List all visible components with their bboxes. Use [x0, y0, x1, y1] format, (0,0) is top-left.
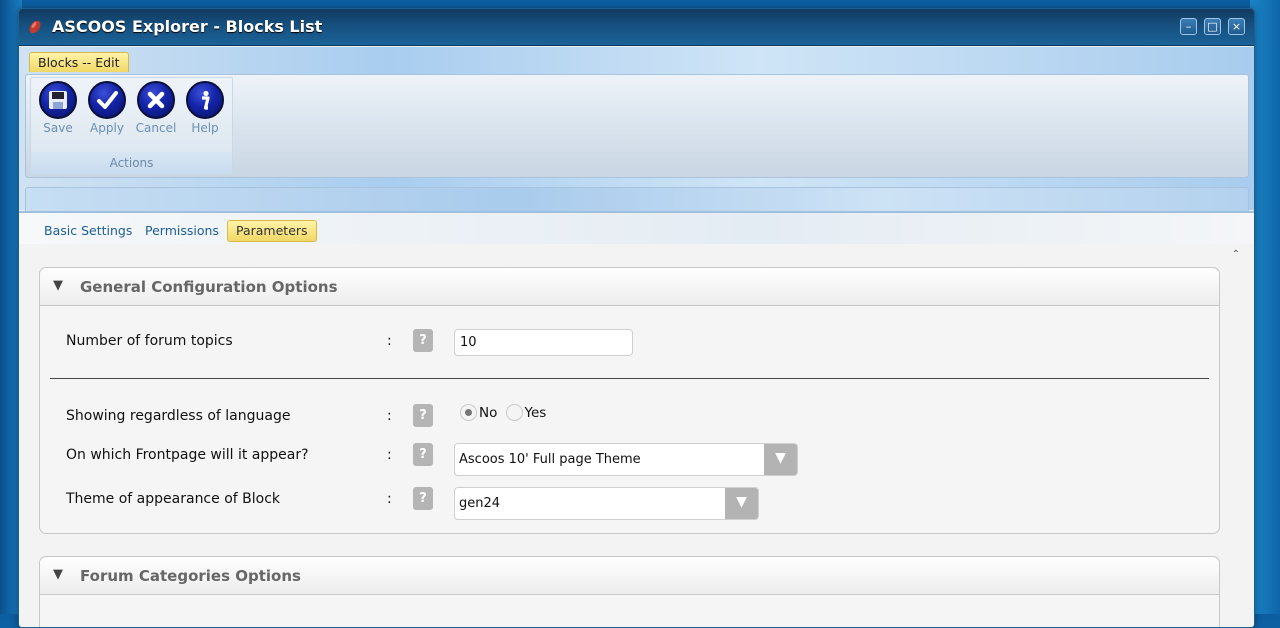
chevron-down-icon[interactable]: ▼ — [764, 444, 797, 475]
language-radio-group: No Yes — [460, 404, 550, 426]
section-title: Forum Categories Options — [80, 567, 301, 585]
help-icon[interactable]: ? — [413, 443, 433, 466]
theme-label: Theme of appearance of Block — [66, 491, 281, 507]
minimize-button[interactable]: – — [1180, 18, 1197, 35]
save-label: Save — [43, 121, 73, 135]
section-title: General Configuration Options — [80, 278, 338, 296]
help-icon[interactable]: ? — [413, 329, 433, 352]
save-icon — [39, 81, 77, 119]
window-title: ASCOOS Explorer - Blocks List — [52, 17, 323, 36]
radio-no[interactable] — [460, 404, 477, 421]
app-logo-icon — [27, 19, 43, 35]
group-label: Actions — [31, 152, 232, 174]
apply-button[interactable]: Apply — [83, 81, 131, 137]
collapse-icon[interactable]: ▼ — [53, 567, 63, 582]
forum-topics-row: Number of forum topics : ? — [66, 329, 1196, 356]
theme-select[interactable]: gen24 ▼ — [454, 487, 759, 520]
help-icon[interactable]: ? — [413, 487, 433, 510]
tab-basic-settings[interactable]: Basic Settings — [36, 220, 140, 242]
close-button[interactable]: × — [1228, 18, 1245, 35]
radio-yes[interactable] — [505, 404, 523, 421]
tab-permissions[interactable]: Permissions — [137, 220, 227, 242]
help-label: Help — [191, 121, 219, 135]
language-row: Showing regardless of language : ? No Ye… — [66, 404, 1196, 430]
info-icon — [186, 81, 224, 119]
colon: : — [387, 491, 392, 507]
x-icon — [137, 81, 175, 119]
tab-bar: Basic Settings Permissions Parameters — [19, 213, 1254, 244]
colon: : — [387, 333, 392, 349]
frontpage-row: On which Frontpage will it appear? : ? A… — [66, 443, 1196, 476]
divider — [50, 378, 1209, 379]
forum-topics-input[interactable] — [454, 329, 633, 356]
apply-label: Apply — [90, 121, 124, 135]
forum-categories-section: ▼ Forum Categories Options — [39, 556, 1220, 627]
frontpage-select[interactable]: Ascoos 10' Full page Theme ▼ — [454, 443, 798, 476]
cancel-button[interactable]: Cancel — [132, 81, 180, 137]
ribbon-panel: Save Apply Cancel Help Actions — [25, 74, 1249, 178]
content-area: Basic Settings Permissions Parameters ⌃ … — [19, 211, 1254, 627]
radio-yes-label[interactable]: Yes — [525, 405, 547, 421]
ribbon-status-strip — [25, 187, 1249, 214]
title-bar[interactable]: ASCOOS Explorer - Blocks List – □ × — [19, 9, 1254, 46]
forum-topics-label: Number of forum topics — [66, 333, 233, 349]
cancel-label: Cancel — [135, 121, 177, 135]
save-button[interactable]: Save — [34, 81, 82, 137]
ribbon: Blocks -- Edit Save Apply Cancel Help Ac… — [19, 47, 1254, 214]
frontpage-select-value: Ascoos 10' Full page Theme — [459, 452, 641, 467]
collapse-icon[interactable]: ▼ — [53, 278, 63, 293]
actions-group: Save Apply Cancel Help Actions — [30, 77, 233, 175]
tab-parameters[interactable]: Parameters — [227, 220, 317, 242]
help-icon[interactable]: ? — [413, 404, 433, 427]
frontpage-label: On which Frontpage will it appear? — [66, 447, 309, 463]
maximize-button[interactable]: □ — [1204, 18, 1221, 35]
help-button[interactable]: Help — [181, 81, 229, 137]
ribbon-tab-blocks-edit[interactable]: Blocks -- Edit — [29, 52, 129, 72]
colon: : — [387, 408, 392, 424]
general-configuration-section: ▼ General Configuration Options Number o… — [39, 267, 1220, 534]
chevron-down-icon[interactable]: ▼ — [725, 488, 758, 519]
theme-row: Theme of appearance of Block : ? gen24 ▼ — [66, 487, 1196, 520]
scroll-up-icon[interactable]: ⌃ — [1230, 249, 1242, 261]
language-label: Showing regardless of language — [66, 408, 291, 424]
check-icon — [88, 81, 126, 119]
app-window: ASCOOS Explorer - Blocks List – □ × Bloc… — [18, 8, 1255, 628]
radio-no-label[interactable]: No — [479, 405, 497, 421]
theme-select-value: gen24 — [459, 496, 501, 511]
colon: : — [387, 447, 392, 463]
section-header[interactable]: ▼ Forum Categories Options — [40, 557, 1219, 595]
section-header[interactable]: ▼ General Configuration Options — [40, 268, 1219, 306]
